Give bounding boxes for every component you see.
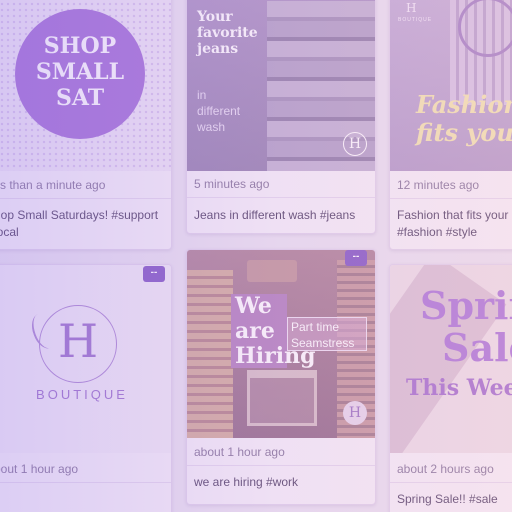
post-image[interactable]: H BOUTIQUE Fashion fits your	[390, 0, 512, 171]
post-menu-button[interactable]: --	[143, 266, 165, 282]
sewing-machine	[247, 260, 297, 282]
shop-line-1: SHOP	[43, 33, 117, 59]
jeans-sub-1: in	[197, 88, 207, 102]
post-image[interactable]: Your favorite jeans in different wash H	[187, 0, 375, 171]
post-card[interactable]: Sprin Sale This Wee about 2 hours ago Sp…	[389, 264, 512, 512]
spring-title-2: Sale	[442, 325, 512, 370]
post-time: bout 1 hour ago	[0, 462, 79, 476]
post-caption: Spring Sale!! #sale	[397, 492, 498, 506]
fashion-script-2: fits your	[416, 118, 512, 147]
post-image[interactable]: Sprin Sale This Wee	[390, 265, 512, 453]
jeans-sub-3: wash	[197, 120, 226, 134]
post-time: 12 minutes ago	[397, 178, 480, 192]
post-caption: hop Small Saturdays! #support local	[0, 208, 159, 239]
post-caption: Fashion that fits your #fashion #style	[397, 208, 509, 239]
chair	[247, 370, 317, 426]
post-grid: SHOP SMALL SAT ss than a minute ago hop …	[0, 0, 512, 512]
shop-line-2: SMALL	[35, 59, 125, 85]
divider	[187, 197, 375, 198]
position-line-1: Part time	[291, 320, 340, 334]
post-card[interactable]: We are Hiring Part time Seamstress H -- …	[186, 249, 376, 505]
brand-logo-icon: H	[406, 1, 417, 15]
fashion-script-1: Fashion	[416, 90, 512, 119]
post-caption: we are hiring #work	[194, 475, 299, 489]
divider	[0, 482, 171, 483]
jeans-sub-2: different	[197, 104, 241, 118]
post-image[interactable]: H BOUTIQUE	[0, 265, 171, 453]
spring-title-1: Sprin	[420, 283, 512, 328]
brand-logo-icon: H	[343, 401, 367, 425]
mirror-circle	[458, 0, 512, 57]
post-card[interactable]: SHOP SMALL SAT ss than a minute ago hop …	[0, 0, 172, 250]
divider	[0, 198, 171, 199]
shop-line-3: SAT	[55, 85, 105, 111]
jeans-headline-2: favorite	[197, 25, 258, 41]
jeans-headline-1: Your	[197, 9, 233, 25]
fabric-shelf-left	[187, 270, 233, 438]
divider	[390, 482, 512, 483]
brand-logo-icon: H	[343, 132, 367, 156]
post-time: about 1 hour ago	[194, 445, 285, 459]
position-line-2: Seamstress	[291, 336, 355, 350]
divider	[390, 198, 512, 199]
post-time: about 2 hours ago	[397, 462, 494, 476]
divider	[187, 465, 375, 466]
hiring-word-1: We	[235, 293, 272, 319]
post-image[interactable]: We are Hiring Part time Seamstress H	[187, 250, 375, 438]
post-card[interactable]: Your favorite jeans in different wash H …	[186, 0, 376, 234]
post-time: 5 minutes ago	[194, 177, 270, 191]
post-card[interactable]: H BOUTIQUE Fashion fits your 12 minutes …	[389, 0, 512, 250]
jeans-headline-3: jeans	[197, 41, 239, 57]
brand-name: BOUTIQUE	[36, 387, 128, 402]
post-image[interactable]: SHOP SMALL SAT	[0, 0, 171, 171]
post-caption: Jeans in different wash #jeans	[194, 208, 356, 222]
post-card[interactable]: H BOUTIQUE -- bout 1 hour ago	[0, 264, 172, 512]
post-time: ss than a minute ago	[0, 178, 106, 192]
brand-logo-icon: H	[57, 314, 99, 368]
spring-subtitle: This Wee	[406, 375, 512, 401]
logo-subtext: BOUTIQUE	[398, 17, 433, 23]
post-menu-button[interactable]: --	[345, 250, 367, 266]
